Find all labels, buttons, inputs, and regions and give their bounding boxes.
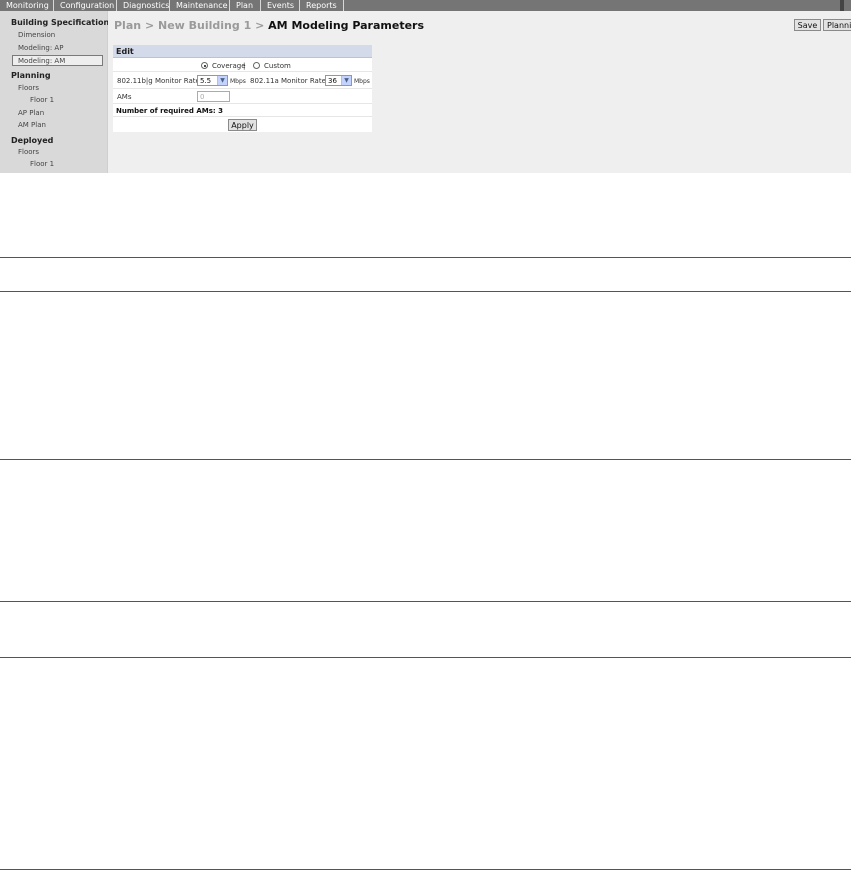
page-title: AM Modeling Parameters — [268, 19, 425, 32]
sidebar-item-ap-plan[interactable]: AP Plan — [18, 109, 44, 117]
ams-input[interactable]: 0 — [197, 91, 230, 102]
tab-reports[interactable]: Reports — [300, 0, 343, 11]
tab-divider — [343, 0, 344, 11]
sidebar-heading-planning: Planning — [11, 71, 51, 80]
coverage-radio[interactable] — [201, 62, 208, 69]
edit-panel: Edit Coverage | Custom 802.11b|g Monitor… — [113, 45, 372, 132]
ams-row: AMs 0 — [113, 89, 372, 104]
bg-monitor-rate-select[interactable]: 5.5 ▼ — [197, 75, 228, 86]
sidebar-item-dimension[interactable]: Dimension — [18, 31, 55, 39]
sidebar-item-deployed-floor-1[interactable]: Floor 1 — [30, 160, 54, 168]
breadcrumb-separator: > — [144, 19, 155, 32]
breadcrumb-plan[interactable]: Plan — [114, 19, 141, 32]
monitor-rate-row: 802.11b|g Monitor Rate 5.5 ▼ Mbps 802.11… — [113, 72, 372, 89]
tab-monitoring[interactable]: Monitoring — [0, 0, 53, 11]
sidebar-item-deployed-floors[interactable]: Floors — [18, 148, 39, 156]
a-monitor-rate-select[interactable]: 36 ▼ — [325, 75, 352, 86]
sidebar-heading-building-spec: Building Specification — [11, 18, 110, 27]
tab-events[interactable]: Events — [261, 0, 299, 11]
breadcrumb-building[interactable]: New Building 1 — [158, 19, 251, 32]
a-monitor-rate-unit: Mbps — [354, 78, 370, 85]
bg-monitor-rate-label: 802.11b|g Monitor Rate — [117, 77, 200, 85]
ams-label: AMs — [117, 93, 132, 101]
a-monitor-rate-label: 802.11a Monitor Rate — [250, 77, 326, 85]
bg-monitor-rate-unit: Mbps — [230, 78, 246, 85]
breadcrumb: Plan > New Building 1 > AM Modeling Para… — [114, 19, 424, 32]
chevron-down-icon: ▼ — [217, 76, 227, 85]
tab-maintenance[interactable]: Maintenance — [170, 0, 229, 11]
sidebar-item-am-plan[interactable]: AM Plan — [18, 121, 46, 129]
planning-button[interactable]: Planning — [823, 19, 851, 31]
edit-panel-title: Edit — [113, 45, 372, 58]
mode-row: Coverage | Custom — [113, 59, 372, 72]
sidebar-heading-deployed: Deployed — [11, 136, 54, 145]
divider-line — [0, 459, 851, 460]
divider-line — [0, 657, 851, 658]
mode-divider: | — [243, 62, 246, 70]
sidebar-item-planning-floors[interactable]: Floors — [18, 84, 39, 92]
bg-monitor-rate-value: 5.5 — [200, 77, 212, 85]
custom-label: Custom — [264, 62, 291, 70]
tab-diagnostics[interactable]: Diagnostics — [117, 0, 169, 11]
required-ams-text: Number of required AMs: 3 — [116, 107, 223, 115]
apply-button[interactable]: Apply — [228, 119, 257, 131]
sidebar-item-planning-floor-1[interactable]: Floor 1 — [30, 96, 54, 104]
chevron-down-icon: ▼ — [341, 76, 351, 85]
sidebar-item-modeling-ap[interactable]: Modeling: AP — [18, 44, 63, 52]
divider-line — [0, 257, 851, 258]
divider-line — [0, 291, 851, 292]
custom-radio[interactable] — [253, 62, 260, 69]
required-row: Number of required AMs: 3 — [113, 104, 372, 117]
sidebar-item-modeling-am[interactable]: Modeling: AM — [12, 55, 103, 66]
divider-line — [0, 601, 851, 602]
nav-end-marker — [840, 0, 844, 11]
save-button[interactable]: Save — [794, 19, 821, 31]
top-nav-bar: Monitoring Configuration Diagnostics Mai… — [0, 0, 851, 11]
a-monitor-rate-value: 36 — [328, 77, 337, 85]
coverage-label: Coverage — [212, 62, 246, 70]
tab-plan[interactable]: Plan — [230, 0, 260, 11]
tab-configuration[interactable]: Configuration — [54, 0, 116, 11]
breadcrumb-separator: > — [255, 19, 265, 32]
